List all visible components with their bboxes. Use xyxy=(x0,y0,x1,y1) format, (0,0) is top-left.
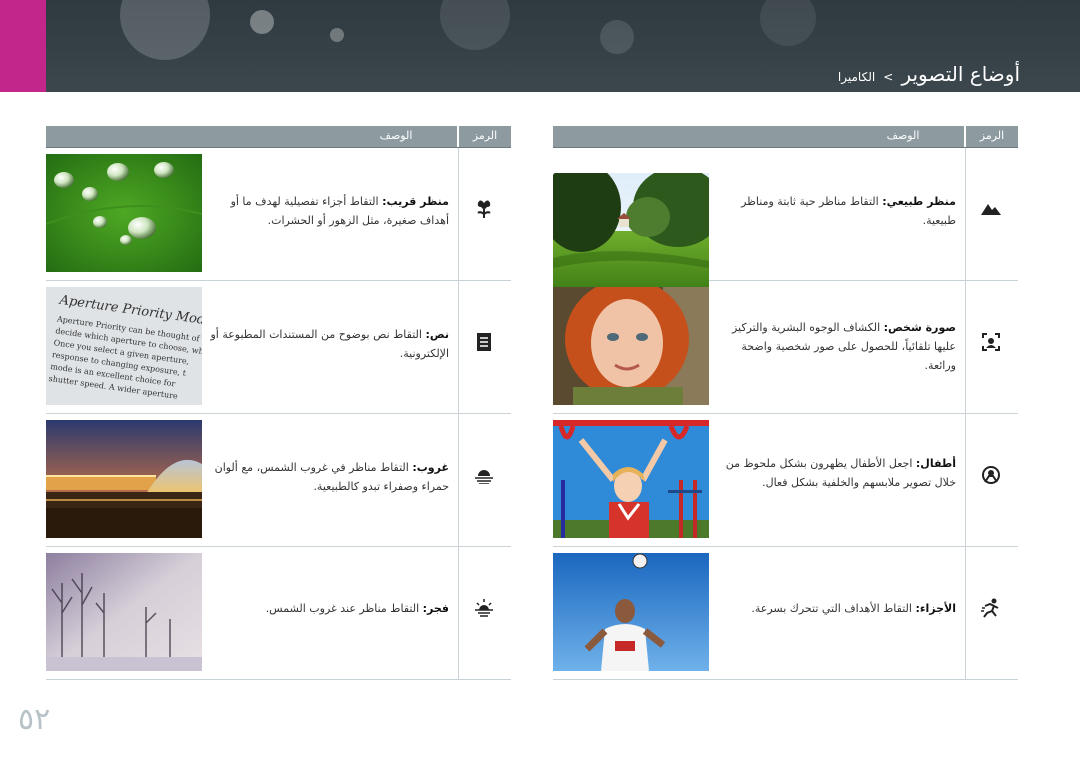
column-divider xyxy=(458,547,459,679)
sports-icon xyxy=(980,597,1002,619)
table-row: الأجزاء: التقاط الأهداف التي تتحرك بسرعة… xyxy=(553,547,1018,680)
mode-title: غروب: xyxy=(412,461,449,474)
column-divider xyxy=(965,281,966,413)
mode-title: صورة شخص: xyxy=(883,321,956,334)
table-row: منظر طبيعي: التقاط مناظر حية ثابتة ومناظ… xyxy=(553,148,1018,291)
mode-description: فجر: التقاط مناظر عند غروب الشمس. xyxy=(209,599,449,618)
column-divider xyxy=(965,414,966,546)
soccer-player-photo xyxy=(553,553,709,671)
aperture-text-photo: Aperture Priority Mode Aperture Priority… xyxy=(46,287,202,405)
column-divider xyxy=(458,281,459,413)
mode-text: التقاط نص بوضوح من المستندات المطبوعة أو… xyxy=(210,328,449,360)
table-header: الرمز الوصف xyxy=(553,126,1018,148)
green-park-photo xyxy=(553,173,709,291)
mode-title: فجر: xyxy=(422,602,449,615)
mode-description: صورة شخص: الكشاف الوجوه البشرية والتركيز… xyxy=(716,318,956,375)
sunset-icon xyxy=(473,464,495,486)
mode-description: نص: التقاط نص بوضوح من المستندات المطبوع… xyxy=(209,325,449,363)
mode-description: غروب: التقاط مناظر في غروب الشمس، مع ألو… xyxy=(209,458,449,496)
table-header: الرمز الوصف xyxy=(46,126,511,148)
column-divider xyxy=(965,547,966,679)
mode-text: التقاط مناظر عند غروب الشمس. xyxy=(265,602,420,615)
mode-description: أطفال: اجعل الأطفال يظهرون بشكل ملحوظ من… xyxy=(716,454,956,492)
breadcrumb-parent[interactable]: الكاميرا xyxy=(838,70,875,84)
bokeh-decoration xyxy=(600,20,634,54)
macro-icon xyxy=(473,198,495,220)
table-row: نص: التقاط نص بوضوح من المستندات المطبوع… xyxy=(46,281,511,414)
page-header: أوضاع التصوير > الكاميرا xyxy=(0,0,1080,92)
landscape-icon xyxy=(980,198,1002,220)
column-divider xyxy=(458,414,459,546)
misty-trees-photo xyxy=(46,553,202,671)
right-mode-table: الرمز الوصف منظر طبيعي: التقاط مناظر حية… xyxy=(553,126,1018,680)
column-divider xyxy=(458,148,459,280)
mode-title: نص: xyxy=(425,328,449,341)
breadcrumb-separator: > xyxy=(883,70,894,84)
bokeh-decoration xyxy=(440,0,510,50)
mode-text: التقاط الأهداف التي تتحرك بسرعة. xyxy=(751,602,912,615)
bokeh-decoration xyxy=(250,10,274,34)
mode-description: منظر طبيعي: التقاط مناظر حية ثابتة ومناظ… xyxy=(716,192,956,230)
header-description-column: الوصف xyxy=(379,129,413,142)
mode-title: منظر قريب: xyxy=(382,195,449,208)
portrait-icon xyxy=(980,331,1002,353)
kids-icon xyxy=(980,464,1002,486)
dawn-icon xyxy=(473,597,495,619)
table-row: منظر قريب: التقاط أجزاء تفصيلية لهدف ما … xyxy=(46,148,511,281)
mode-title: منظر طبيعي: xyxy=(882,195,956,208)
chapter-tab xyxy=(0,0,46,92)
page-number: ٥٢ xyxy=(18,702,51,737)
mode-title: الأجزاء: xyxy=(915,602,956,615)
header-description-column: الوصف xyxy=(886,129,920,142)
header-divider xyxy=(457,126,459,147)
mode-description: الأجزاء: التقاط الأهداف التي تتحرك بسرعة… xyxy=(716,599,956,618)
text-icon xyxy=(473,331,495,353)
child-playground-photo xyxy=(553,420,709,538)
header-divider xyxy=(964,126,966,147)
water-drops-photo xyxy=(46,154,202,272)
red-hair-child-photo xyxy=(553,287,709,405)
table-row: أطفال: اجعل الأطفال يظهرون بشكل ملحوظ من… xyxy=(553,414,1018,547)
table-row: غروب: التقاط مناظر في غروب الشمس، مع ألو… xyxy=(46,414,511,547)
mode-description: منظر قريب: التقاط أجزاء تفصيلية لهدف ما … xyxy=(209,192,449,230)
mode-title: أطفال: xyxy=(915,457,956,470)
column-divider xyxy=(965,148,966,280)
bokeh-decoration xyxy=(120,0,210,60)
table-row: فجر: التقاط مناظر عند غروب الشمس. xyxy=(46,547,511,680)
left-mode-table: الرمز الوصف منظر قريب: التقاط أجزاء تفصي… xyxy=(46,126,511,680)
header-icon-column: الرمز xyxy=(979,129,1005,142)
bokeh-decoration xyxy=(760,0,816,46)
breadcrumb-current: أوضاع التصوير xyxy=(901,62,1020,86)
bokeh-decoration xyxy=(330,28,344,42)
header-icon-column: الرمز xyxy=(472,129,498,142)
breadcrumb: أوضاع التصوير > الكاميرا xyxy=(838,62,1020,86)
table-row: صورة شخص: الكشاف الوجوه البشرية والتركيز… xyxy=(553,281,1018,414)
night-building-photo xyxy=(46,420,202,538)
